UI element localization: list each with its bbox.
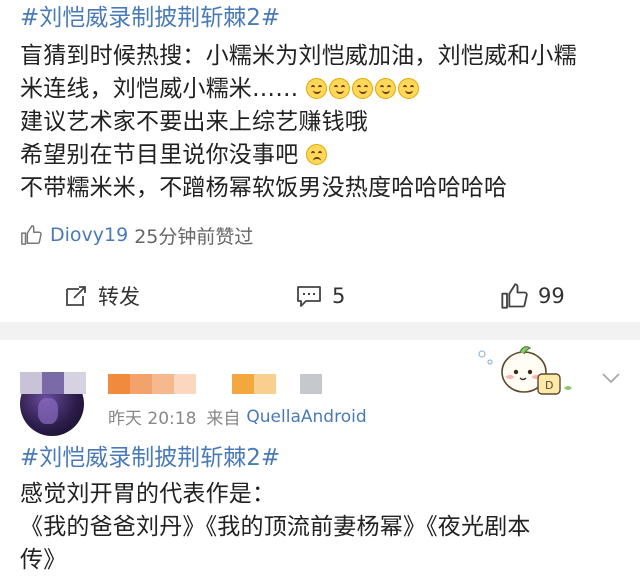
source-prefix: 来自 [206, 409, 241, 429]
repost-label: 转发 [98, 285, 140, 309]
source-link[interactable]: QuellaAndroid [246, 407, 366, 427]
post-line: 盲猜到时候热搜：小糯米为刘恺威加油，刘恺威和小糯 [20, 43, 577, 69]
like-count: 99 [538, 284, 565, 308]
post-card: 昨天 20:18 来自 QuellaAndroid D #刘恺威录制披荆斩棘2#… [0, 340, 640, 584]
post-text: 盲猜到时候热搜：小糯米为刘恺威加油，刘恺威和小糯 米连线，刘恺威小糯米…… 建议… [20, 40, 620, 205]
comment-button[interactable]: 5 [296, 276, 345, 316]
svg-text:D: D [545, 379, 553, 392]
avatar-mosaic [20, 372, 86, 394]
smile-emoji-icon [374, 78, 396, 99]
thumb-up-icon [501, 283, 528, 309]
post-text: 感觉刘开胃的代表作是： 《我的爸爸刘丹》《我的顶流前妻杨幂》《夜光剧本 传》 [20, 478, 620, 577]
post-card: #刘恺威录制披荆斩棘2# 盲猜到时候热搜：小糯米为刘恺威加油，刘恺威和小糯 米连… [0, 0, 640, 322]
smile-emoji-icon [328, 78, 350, 99]
liked-time-note: 25分钟前赞过 [134, 225, 254, 248]
post-line-text: 希望别在节目里说你没事吧 [20, 142, 299, 168]
liked-by-row: Diovy19 25分钟前赞过 [20, 220, 253, 250]
sticker-icon: D [478, 346, 572, 395]
smile-emoji-icon [305, 78, 327, 99]
hashtag-link[interactable]: #刘恺威录制披荆斩棘2# [20, 2, 280, 34]
comment-icon [297, 286, 321, 307]
post-time: 昨天 20:18 [108, 409, 197, 429]
repost-button[interactable]: 转发 [64, 276, 140, 316]
liker-name-link[interactable]: Diovy19 [50, 224, 128, 246]
post-line: 米连线，刘恺威小糯米…… [20, 73, 620, 106]
post-line: 不带糯米米，不蹭杨幂软饭男没热度哈哈哈哈哈 [20, 175, 508, 201]
smile-emoji-icon [351, 78, 373, 99]
chevron-down-icon[interactable] [600, 370, 622, 386]
post-separator [0, 322, 640, 340]
smile-emoji-icon [397, 78, 419, 99]
post-line-text: 米连线，刘恺威小糯米…… [20, 76, 299, 102]
post-line: 希望别在节目里说你没事吧 [20, 139, 620, 172]
post-line: 感觉刘开胃的代表作是： [20, 481, 276, 507]
username-mosaic[interactable] [108, 374, 322, 394]
post-line: 建议艺术家不要出来上综艺赚钱哦 [20, 109, 368, 135]
post-meta: 昨天 20:18 来自 QuellaAndroid [108, 404, 367, 430]
post-line: 《我的爸爸刘丹》《我的顶流前妻杨幂》《夜光剧本 [20, 514, 531, 540]
hashtag-link[interactable]: #刘恺威录制披荆斩棘2# [20, 442, 280, 474]
repost-icon [66, 286, 86, 306]
crying-emoji-icon [305, 144, 327, 165]
action-bar: 转发 5 99 [0, 276, 640, 316]
thumb-up-icon [21, 225, 42, 245]
post-line: 传》 [20, 547, 67, 573]
comment-count: 5 [332, 284, 346, 308]
like-button[interactable]: 99 [500, 276, 565, 316]
